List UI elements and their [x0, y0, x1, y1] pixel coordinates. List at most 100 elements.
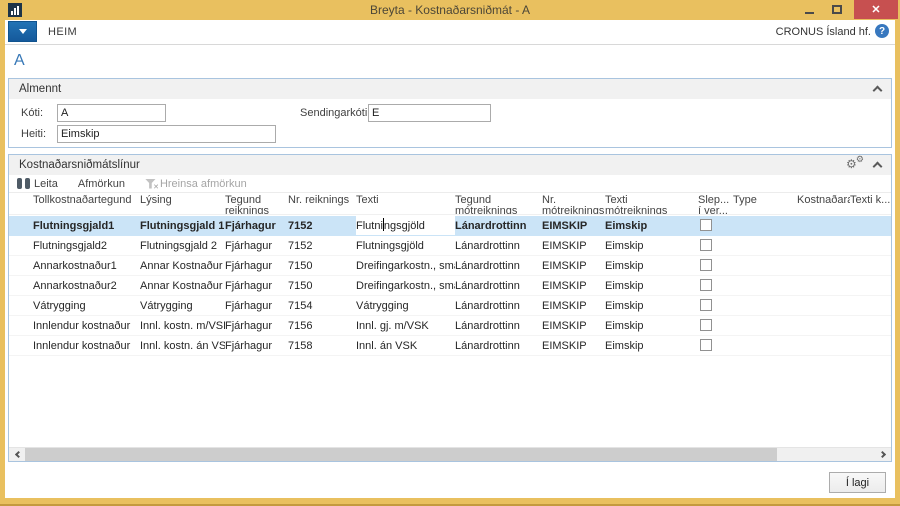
cell[interactable]: 7154 — [288, 296, 356, 315]
cell[interactable]: Lánardrottinn — [455, 296, 542, 315]
close-button[interactable]: ✕ — [854, 0, 898, 19]
column-header-8[interactable]: Texti mótreiknings — [605, 193, 698, 214]
cell[interactable] — [733, 316, 797, 335]
row-selector[interactable] — [9, 276, 33, 295]
table-row[interactable]: Flutningsgjald1Flutningsgjald 1Fjárhagur… — [9, 216, 891, 236]
cell[interactable]: Annarkostnaður2 — [33, 276, 140, 295]
row-selector[interactable] — [9, 216, 33, 235]
cell[interactable]: Innlendur kostnaður — [33, 316, 140, 335]
column-header-2[interactable]: Lýsing — [140, 193, 225, 214]
cell[interactable] — [797, 236, 850, 255]
minimize-button[interactable] — [796, 0, 822, 19]
cell[interactable]: Lánardrottinn — [455, 216, 542, 235]
cell[interactable] — [733, 256, 797, 275]
row-selector[interactable] — [9, 256, 33, 275]
column-header-1[interactable]: Tollkostnaðartegund — [33, 193, 140, 214]
row-selector[interactable] — [9, 236, 33, 255]
tab-heim[interactable]: HEIM — [48, 26, 77, 38]
cell[interactable]: Annar Kostnaður 1 — [140, 256, 225, 275]
cell[interactable] — [850, 216, 891, 235]
table-row[interactable]: Annarkostnaður1Annar Kostnaður 1Fjárhagu… — [9, 256, 891, 276]
cell[interactable] — [797, 216, 850, 235]
heiti-field[interactable] — [57, 125, 276, 143]
cell[interactable] — [797, 276, 850, 295]
cell[interactable]: Innlendur kostnaður — [33, 336, 140, 355]
cell[interactable]: 7150 — [288, 276, 356, 295]
cell[interactable]: 7152 — [288, 236, 356, 255]
cell[interactable]: Eimskip — [605, 276, 698, 295]
filter-button[interactable]: Afmörkun — [78, 178, 125, 190]
cell[interactable]: Flutningsgjöld — [356, 236, 455, 255]
cell[interactable] — [797, 336, 850, 355]
cell[interactable] — [797, 256, 850, 275]
table-row[interactable]: Annarkostnaður2Annar Kostnaður 2Fjárhagu… — [9, 276, 891, 296]
cell[interactable]: Annar Kostnaður 2 — [140, 276, 225, 295]
cell[interactable]: Eimskip — [605, 296, 698, 315]
column-header-3[interactable]: Tegund reiknings — [225, 193, 288, 214]
cell[interactable] — [850, 236, 891, 255]
cell[interactable]: Flutningsgjald2 — [33, 236, 140, 255]
cell[interactable]: Dreifingarkostn., smás... — [356, 276, 455, 295]
chevron-up-icon[interactable] — [873, 86, 883, 96]
cell[interactable]: Fjárhagur — [225, 216, 288, 235]
cell[interactable]: Fjárhagur — [225, 256, 288, 275]
cell[interactable] — [733, 216, 797, 235]
cell[interactable]: EIMSKIP — [542, 216, 605, 235]
gears-icon[interactable] — [846, 158, 864, 172]
cell[interactable]: EIMSKIP — [542, 336, 605, 355]
cell[interactable]: Lánardrottinn — [455, 316, 542, 335]
cell[interactable]: 7158 — [288, 336, 356, 355]
cell[interactable]: Lánardrottinn — [455, 236, 542, 255]
cell[interactable]: EIMSKIP — [542, 236, 605, 255]
cell[interactable]: Vátrygging — [140, 296, 225, 315]
cell[interactable] — [850, 276, 891, 295]
row-selector[interactable] — [9, 296, 33, 315]
column-header-10[interactable]: Type — [733, 193, 797, 214]
koti-field[interactable] — [57, 104, 166, 122]
cell[interactable]: EIMSKIP — [542, 256, 605, 275]
cell[interactable] — [733, 276, 797, 295]
column-header-11[interactable]: Kostnaðara... — [797, 193, 850, 214]
skip-checkbox[interactable] — [700, 219, 712, 231]
cell[interactable] — [850, 336, 891, 355]
cell[interactable]: Innl. kostn. m/VSK — [140, 316, 225, 335]
column-header-6[interactable]: Tegund mótreiknings — [455, 193, 542, 214]
sendingarkoti-field[interactable] — [368, 104, 491, 122]
chevron-up-icon[interactable] — [873, 162, 883, 172]
cell[interactable]: Annarkostnaður1 — [33, 256, 140, 275]
cell[interactable]: Eimskip — [605, 316, 698, 335]
column-header-9[interactable]: Slep... í ver... — [698, 193, 733, 214]
cell[interactable] — [850, 316, 891, 335]
table-row[interactable]: VátryggingVátryggingFjárhagur7154Vátrygg… — [9, 296, 891, 316]
clear-filter-button[interactable]: Hreinsa afmörkun — [145, 178, 247, 190]
scroll-left-button[interactable] — [9, 448, 25, 461]
cell[interactable]: Vátrygging — [356, 296, 455, 315]
table-row[interactable]: Innlendur kostnaðurInnl. kostn. án VSKFj… — [9, 336, 891, 356]
cell[interactable]: Eimskip — [605, 216, 698, 235]
cell[interactable]: Fjárhagur — [225, 276, 288, 295]
row-selector[interactable] — [9, 336, 33, 355]
skip-checkbox[interactable] — [700, 339, 712, 351]
lines-fasttab-header[interactable]: Kostnaðarsniðmátslínur — [9, 155, 891, 175]
row-selector[interactable] — [9, 316, 33, 335]
cell[interactable]: EIMSKIP — [542, 276, 605, 295]
app-menu-button[interactable] — [8, 21, 37, 42]
column-header-4[interactable]: Nr. reiknings — [288, 193, 356, 214]
skip-checkbox[interactable] — [700, 259, 712, 271]
cell[interactable]: 7156 — [288, 316, 356, 335]
cell[interactable]: Flutningsgjald1 — [33, 216, 140, 235]
cell[interactable]: Flutningsgjald 1 — [140, 216, 225, 235]
column-header-7[interactable]: Nr. mótreiknings — [542, 193, 605, 214]
cell[interactable]: 7152 — [288, 216, 356, 235]
cell[interactable]: Lánardrottinn — [455, 276, 542, 295]
cell[interactable]: Dreifingarkostn., smás... — [356, 256, 455, 275]
cell[interactable]: Lánardrottinn — [455, 336, 542, 355]
help-icon[interactable]: ? — [875, 24, 889, 38]
cell[interactable]: Innl. án VSK — [356, 336, 455, 355]
skip-checkbox[interactable] — [700, 239, 712, 251]
column-header-5[interactable]: Texti — [356, 193, 455, 214]
table-row[interactable]: Flutningsgjald2Flutningsgjald 2Fjárhagur… — [9, 236, 891, 256]
scrollbar-thumb[interactable] — [25, 448, 777, 461]
skip-checkbox[interactable] — [700, 279, 712, 291]
cell[interactable]: Eimskip — [605, 336, 698, 355]
